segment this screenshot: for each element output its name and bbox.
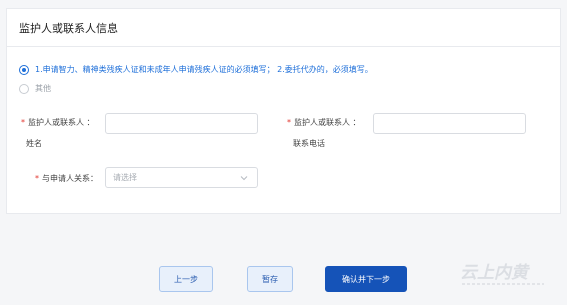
radio-option-other-label: 其他 <box>35 84 51 93</box>
required-mark: * <box>35 174 39 183</box>
relation-select[interactable]: 请选择 <box>105 167 258 188</box>
guardian-phone-input[interactable] <box>373 113 526 134</box>
radio-option-other[interactable]: 其他 <box>19 83 51 94</box>
relation-label-text: 与申请人关系： <box>42 174 98 183</box>
guardian-name-input[interactable] <box>105 113 258 134</box>
radio-option-required-label: 1.申请智力、精神类残疾人证和未成年人申请残疾人证的必须填写； 2.委托代办的，… <box>35 65 373 74</box>
radio-unchecked[interactable] <box>19 83 29 94</box>
guardian-name-label-line2: 姓名 <box>26 139 42 148</box>
radio-checked[interactable] <box>19 64 29 75</box>
relation-label: * 与申请人关系： <box>35 173 98 184</box>
required-mark: * <box>21 118 25 127</box>
guardian-phone-label: * 监护人或联系人 ： <box>287 117 361 128</box>
section-title: 监护人或联系人信息 <box>7 9 560 47</box>
svg-text:云上内黄: 云上内黄 <box>460 263 531 283</box>
chevron-down-icon <box>240 176 248 181</box>
guardian-phone-label-line2: 联系电话 <box>293 139 325 148</box>
save-draft-button[interactable]: 暂存 <box>247 266 293 292</box>
guardian-info-card: 监护人或联系人信息 1.申请智力、精神类残疾人证和未成年人申请残疾人证的必须填写… <box>6 8 561 214</box>
guardian-phone-label-line1: 监护人或联系人 ： <box>294 118 361 127</box>
guardian-name-label-line1: 监护人或联系人 ： <box>28 118 95 127</box>
required-mark: * <box>287 118 291 127</box>
relation-select-placeholder: 请选择 <box>113 173 137 182</box>
confirm-next-button[interactable]: 确认并下一步 <box>325 266 407 292</box>
radio-option-required[interactable]: 1.申请智力、精神类残疾人证和未成年人申请残疾人证的必须填写； 2.委托代办的，… <box>19 64 373 75</box>
guardian-name-label: * 监护人或联系人 ： <box>21 117 95 128</box>
watermark-logo: 云上内黄 <box>458 258 552 290</box>
prev-step-button[interactable]: 上一步 <box>159 266 213 292</box>
